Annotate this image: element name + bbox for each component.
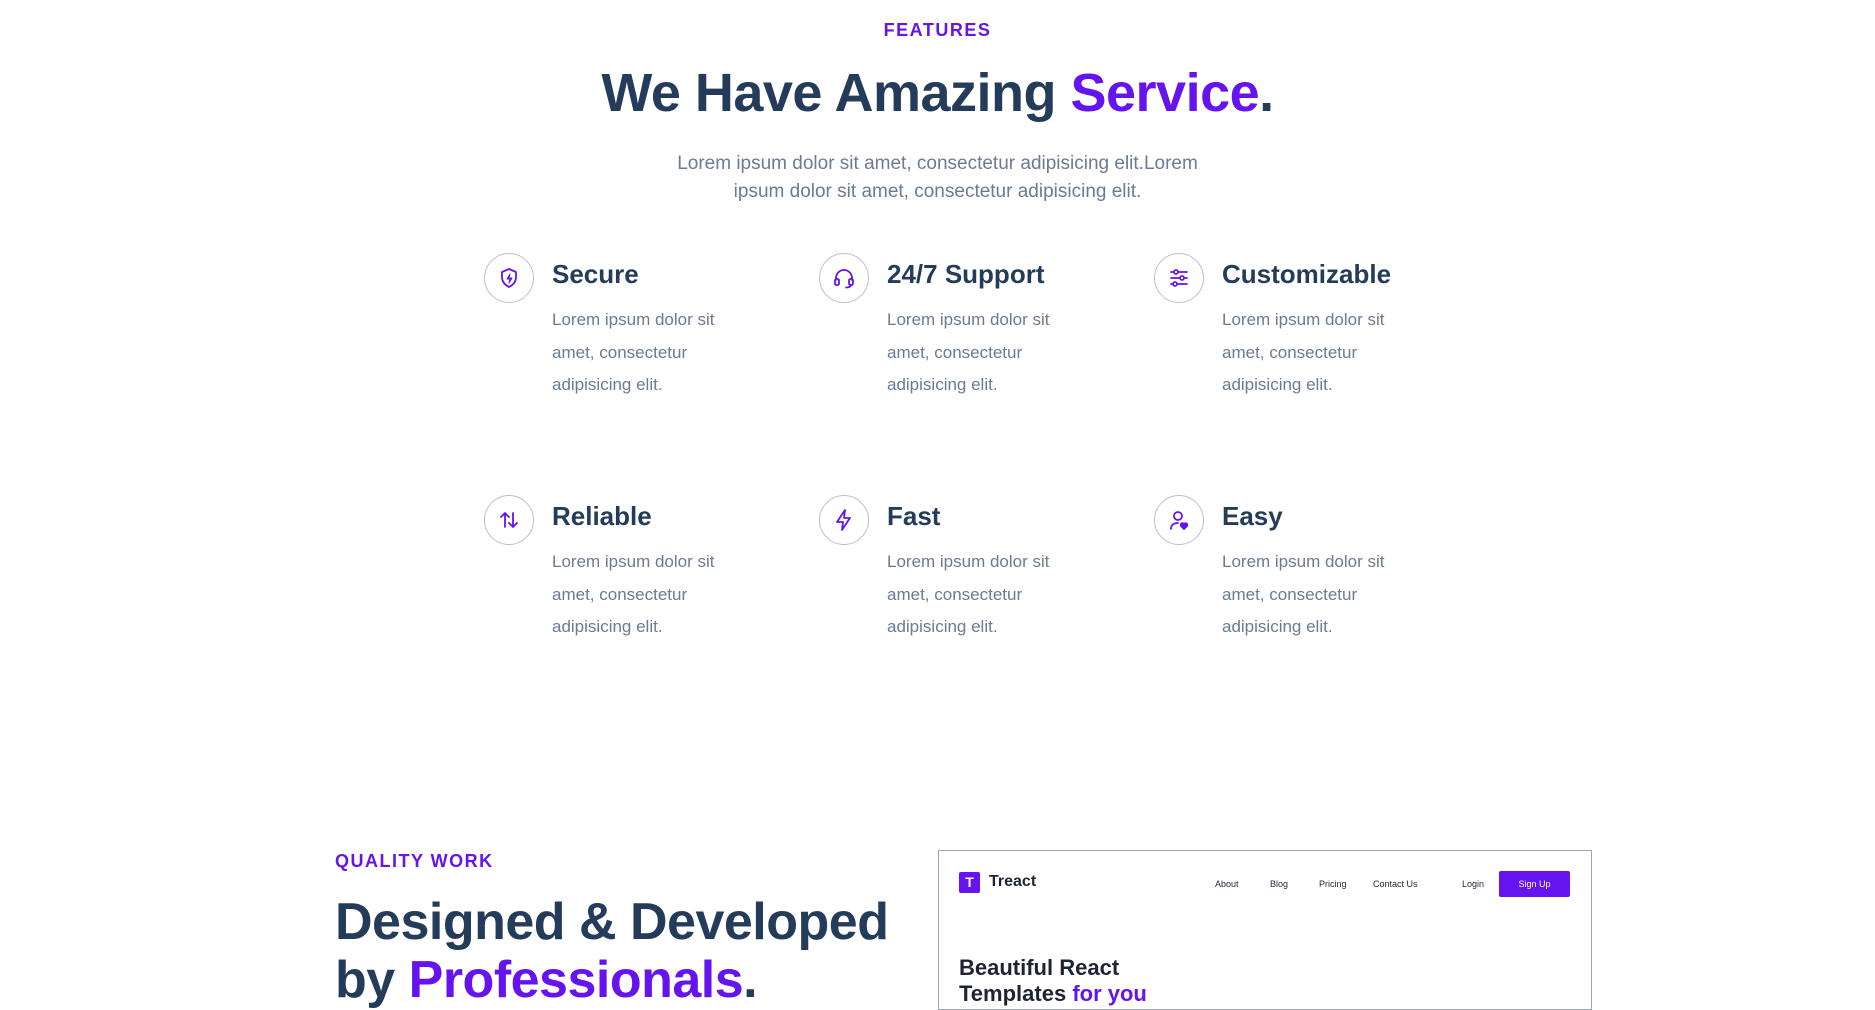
quality-eyebrow: QUALITY WORK [335,851,494,871]
features-eyebrow: FEATURES [883,20,992,40]
headset-icon [819,253,869,303]
quality-title-end: . [743,951,758,1009]
feature-title: Secure [552,259,639,289]
feature-description: Lorem ipsum dolor sit amet, consectetur … [887,310,1050,394]
feature-description: Lorem ipsum dolor sit amet, consectetur … [552,310,715,394]
preview-signup-button[interactable]: Sign Up [1499,871,1570,897]
preview-hero-accent: for you [1072,981,1147,1006]
preview-hero-title: Beautiful React Templates for you [959,955,1179,1007]
preview-hero-line2-main: Templates [959,981,1073,1006]
features-title-end: . [1259,63,1274,123]
feature-title: 24/7 Support [887,259,1045,289]
treact-logo-icon: T [959,872,980,893]
feature-description: Lorem ipsum dolor sit amet, consectetur … [1222,552,1385,636]
feature-title: Customizable [1222,259,1392,289]
feature-description: Lorem ipsum dolor sit amet, consectetur … [887,552,1050,636]
feature-description: Lorem ipsum dolor sit amet, consectetur … [552,552,715,636]
feature-description: Lorem ipsum dolor sit amet, consectetur … [1222,310,1385,394]
feature-title: Easy [1222,501,1283,531]
shield-bolt-icon [484,253,534,303]
quality-title-accent: Professionals [408,951,744,1009]
feature-secure: Secure Lorem ipsum dolor sit amet, conse… [484,253,784,423]
preview-hero-line1: Beautiful React [959,955,1120,980]
feature-support: 24/7 Support Lorem ipsum dolor sit amet,… [819,253,1119,423]
lightning-icon [819,495,869,545]
user-heart-icon [1154,495,1204,545]
sliders-icon [1154,253,1204,303]
feature-fast: Fast Lorem ipsum dolor sit amet, consect… [819,495,1119,665]
preview-brand: Treact [989,873,1037,890]
preview-login-link[interactable]: Login [1462,879,1484,889]
features-title: We Have Amazing Service. [0,62,1875,124]
preview-nav-contact[interactable]: Contact Us [1373,879,1418,889]
feature-reliable: Reliable Lorem ipsum dolor sit amet, con… [484,495,784,665]
features-subtitle: Lorem ipsum dolor sit amet, consectetur … [677,153,1198,202]
preview-nav-about[interactable]: About [1215,879,1239,889]
quality-title-line1: Designed & Developed [335,893,889,951]
features-title-main: We Have Amazing [601,63,1071,123]
feature-title: Fast [887,501,941,531]
preview-nav-blog[interactable]: Blog [1270,879,1288,889]
arrows-up-down-icon [484,495,534,545]
template-preview: T Treact About Blog Pricing Contact Us L… [938,850,1592,1010]
preview-nav-pricing[interactable]: Pricing [1319,879,1347,889]
feature-easy: Easy Lorem ipsum dolor sit amet, consect… [1154,495,1454,665]
feature-title: Reliable [552,501,652,531]
quality-title-line2-main: by [335,951,409,1009]
feature-customizable: Customizable Lorem ipsum dolor sit amet,… [1154,253,1454,423]
features-title-accent: Service [1070,63,1260,123]
